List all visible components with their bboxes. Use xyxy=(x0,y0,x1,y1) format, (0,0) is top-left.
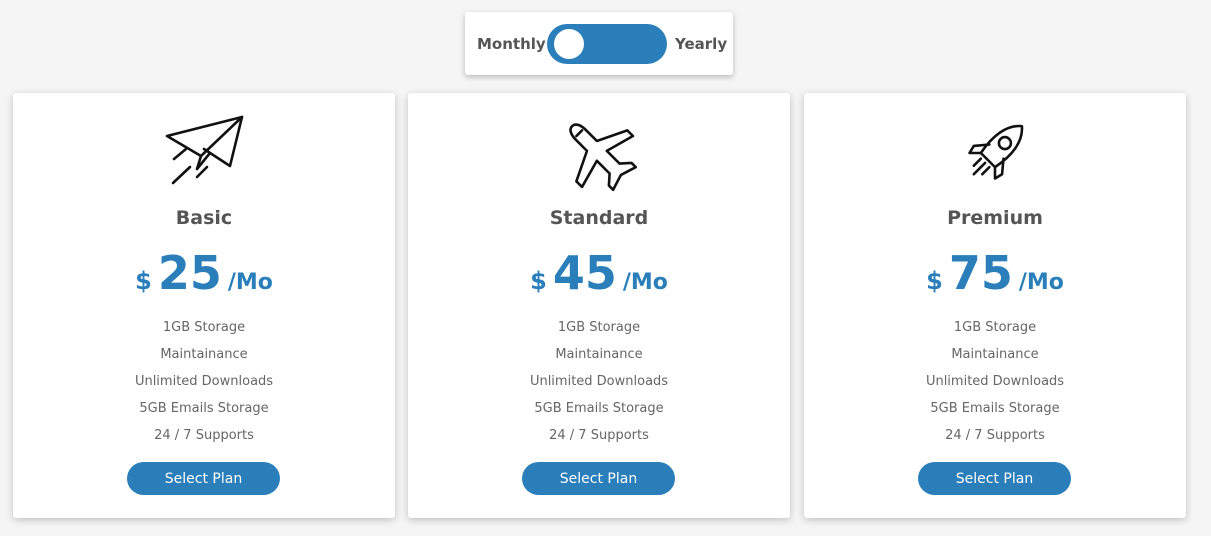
feature-item: Unlimited Downloads xyxy=(925,374,1065,389)
airplane-icon xyxy=(569,123,638,192)
feature-item: 1GB Storage xyxy=(557,320,641,335)
select-plan-button[interactable]: Select Plan xyxy=(127,462,280,495)
billing-toggle: Monthly Yearly xyxy=(465,12,733,75)
price-period: /Mo xyxy=(1018,270,1064,295)
plan-card-basic: Basic $25/Mo 1GB Storage Maintainance Un… xyxy=(13,93,395,518)
monthly-label[interactable]: Monthly xyxy=(477,35,546,53)
rocket-icon xyxy=(968,124,1024,180)
feature-item: Maintainance xyxy=(951,347,1039,362)
feature-list: 1GB Storage Maintainance Unlimited Downl… xyxy=(13,318,395,453)
price-period: /Mo xyxy=(227,270,273,295)
switch-knob[interactable] xyxy=(554,29,584,59)
plan-price: $75/Mo xyxy=(804,246,1186,300)
feature-item: Maintainance xyxy=(555,347,643,362)
billing-switch[interactable] xyxy=(547,24,667,64)
price-currency: $ xyxy=(135,267,152,295)
select-plan-button[interactable]: Select Plan xyxy=(918,462,1071,495)
plan-name: Basic xyxy=(175,207,233,229)
price-amount: 25 xyxy=(157,246,222,300)
plan-name: Premium xyxy=(947,207,1043,229)
feature-item: 1GB Storage xyxy=(162,320,246,335)
plan-price: $25/Mo xyxy=(13,246,395,300)
feature-item: 24 / 7 Supports xyxy=(549,428,649,443)
plan-name: Standard xyxy=(549,207,649,229)
yearly-label[interactable]: Yearly xyxy=(675,35,727,53)
feature-list: 1GB Storage Maintainance Unlimited Downl… xyxy=(408,318,790,453)
feature-list: 1GB Storage Maintainance Unlimited Downl… xyxy=(804,318,1186,453)
price-period: /Mo xyxy=(622,270,668,295)
price-currency: $ xyxy=(530,267,547,295)
plan-card-standard: Standard $45/Mo 1GB Storage Maintainance… xyxy=(408,93,790,518)
plan-price: $45/Mo xyxy=(408,246,790,300)
price-currency: $ xyxy=(926,267,943,295)
feature-item: 5GB Emails Storage xyxy=(534,401,664,416)
feature-item: Maintainance xyxy=(160,347,248,362)
paper-plane-icon xyxy=(165,115,244,185)
feature-item: 5GB Emails Storage xyxy=(930,401,1060,416)
price-amount: 45 xyxy=(552,246,617,300)
plan-card-premium: Premium $75/Mo 1GB Storage Maintainance … xyxy=(804,93,1186,518)
feature-item: 5GB Emails Storage xyxy=(139,401,269,416)
feature-item: 24 / 7 Supports xyxy=(154,428,254,443)
feature-item: Unlimited Downloads xyxy=(134,374,274,389)
feature-item: 24 / 7 Supports xyxy=(945,428,1045,443)
feature-item: Unlimited Downloads xyxy=(529,374,669,389)
feature-item: 1GB Storage xyxy=(953,320,1037,335)
select-plan-button[interactable]: Select Plan xyxy=(522,462,675,495)
price-amount: 75 xyxy=(948,246,1013,300)
